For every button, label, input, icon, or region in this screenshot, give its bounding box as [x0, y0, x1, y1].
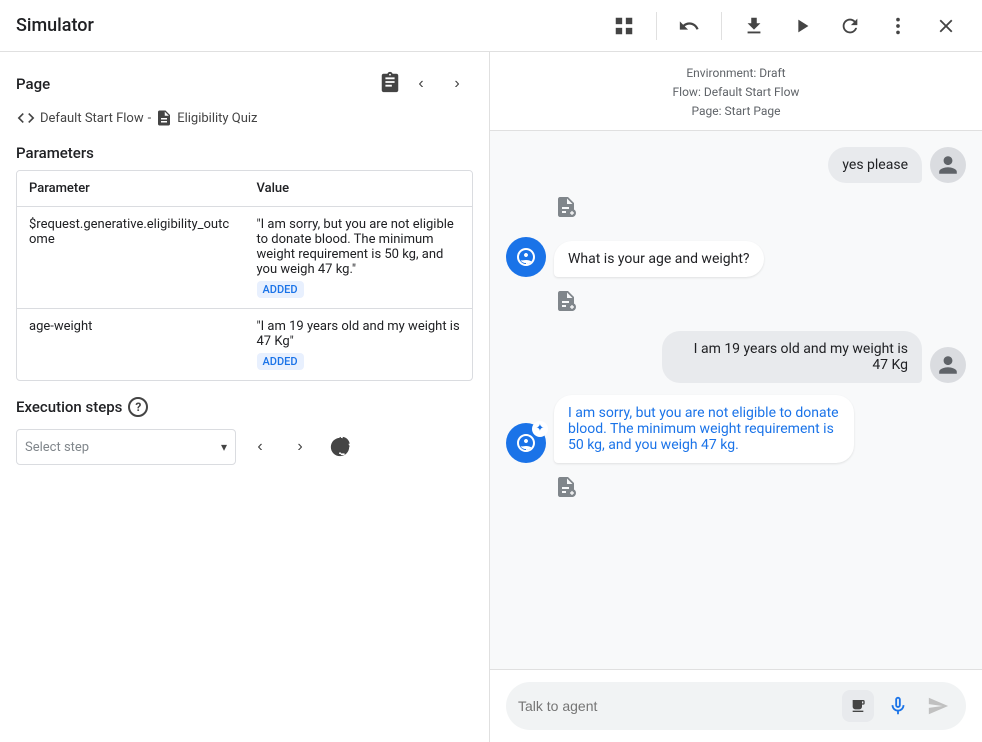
breadcrumb-flow: Default Start Flow: [40, 111, 144, 126]
main-layout: Page ‹ › Default Start Flow - Eligibilit…: [0, 52, 982, 742]
bot-avatar-gen: ✦: [506, 423, 546, 463]
execution-steps-header: Execution steps ?: [16, 397, 473, 417]
bot-bubble-generative: I am sorry, but you are not eligible to …: [554, 395, 854, 463]
table-row: age-weight "I am 19 years old and my wei…: [17, 309, 472, 380]
next-page-button[interactable]: ›: [441, 68, 473, 100]
page-icon: [155, 109, 173, 127]
param-value-text-2: "I am 19 years old and my weight is 47 K…: [257, 319, 460, 349]
param-name-2: age-weight: [17, 309, 245, 380]
user-bubble-1: yes please: [828, 147, 922, 183]
table-header: Parameter Value: [17, 171, 472, 207]
send-button[interactable]: [922, 690, 954, 722]
user-avatar-2: [930, 347, 966, 383]
header-icon-group: [604, 6, 966, 46]
breadcrumb-page: Eligibility Quiz: [177, 111, 257, 126]
env-line2: Flow: Default Start Flow: [506, 83, 966, 102]
chat-input-container: [506, 682, 966, 730]
microphone-button[interactable]: [882, 690, 914, 722]
bot-bubble-1: What is your age and weight?: [554, 241, 764, 277]
more-button[interactable]: [878, 6, 918, 46]
more-icon: [887, 15, 909, 37]
refresh-button[interactable]: [830, 6, 870, 46]
breadcrumb-separator: -: [148, 111, 152, 126]
doc-icon-2: [554, 289, 578, 319]
close-icon: [935, 15, 957, 37]
param-name-1: $request.generative.eligibility_outcome: [17, 207, 245, 308]
header-divider-2: [721, 12, 722, 40]
sparkle-badge: ✦: [532, 421, 548, 437]
right-panel: Environment: Draft Flow: Default Start F…: [490, 52, 982, 742]
env-line3: Page: Start Page: [506, 102, 966, 121]
bot-avatar-1: [506, 237, 546, 277]
chat-input[interactable]: [518, 698, 834, 714]
app-header: Simulator: [0, 0, 982, 52]
message-row-user-2: I am 19 years old and my weight is 47 Kg: [506, 331, 966, 383]
help-icon[interactable]: ?: [128, 397, 148, 417]
exec-prev-button[interactable]: ‹: [244, 431, 276, 463]
col-header-value: Value: [245, 171, 473, 206]
doc-icon-3: [554, 475, 578, 505]
user-bubble-2: I am 19 years old and my weight is 47 Kg: [662, 331, 922, 383]
user-avatar-1: [930, 147, 966, 183]
page-section-header: Page ‹ ›: [16, 68, 473, 100]
breadcrumb: Default Start Flow - Eligibility Quiz: [16, 108, 473, 128]
doc-icon-row-3: [554, 475, 966, 505]
download-button[interactable]: [734, 6, 774, 46]
play-button[interactable]: [782, 6, 822, 46]
message-row-bot-generative: ✦ I am sorry, but you are not eligible t…: [506, 395, 966, 463]
undo-button[interactable]: [669, 6, 709, 46]
parameters-table: Parameter Value $request.generative.elig…: [16, 170, 473, 381]
prev-page-button[interactable]: ‹: [405, 68, 437, 100]
exec-next-button[interactable]: ›: [284, 431, 316, 463]
added-badge-1: ADDED: [257, 281, 304, 298]
grid-icon: [613, 15, 635, 37]
target-icon: [329, 436, 351, 458]
clipboard-icon: [379, 71, 401, 98]
added-badge-2: ADDED: [257, 353, 304, 370]
send-box-button[interactable]: [842, 690, 874, 722]
chat-area: yes please What is your age and weight?: [490, 131, 982, 669]
doc-icon-row-2: [554, 289, 966, 319]
execution-controls: Select step ▾ ‹ ›: [16, 429, 473, 465]
step-select-placeholder: Select step: [25, 440, 89, 455]
message-row-user-1: yes please: [506, 147, 966, 183]
close-button[interactable]: [926, 6, 966, 46]
param-value-2: "I am 19 years old and my weight is 47 K…: [245, 309, 473, 380]
grid-icon-button[interactable]: [604, 6, 644, 46]
chat-input-area: [490, 669, 982, 742]
page-section-title: Page: [16, 75, 50, 93]
flow-icon: [16, 108, 36, 128]
env-info: Environment: Draft Flow: Default Start F…: [490, 52, 982, 131]
download-icon: [743, 15, 765, 37]
app-title: Simulator: [16, 15, 604, 36]
param-value-text-1: "I am sorry, but you are not eligible to…: [257, 217, 454, 277]
step-select[interactable]: Select step ▾: [16, 429, 236, 465]
doc-icon-row-1: [554, 195, 966, 225]
execution-steps-title: Execution steps: [16, 398, 122, 416]
refresh-icon: [839, 15, 861, 37]
exec-target-button[interactable]: [324, 431, 356, 463]
table-row: $request.generative.eligibility_outcome …: [17, 207, 472, 309]
page-nav-icons: ‹ ›: [379, 68, 473, 100]
message-row-bot-1: What is your age and weight?: [506, 237, 966, 277]
parameters-title: Parameters: [16, 144, 473, 162]
left-panel: Page ‹ › Default Start Flow - Eligibilit…: [0, 52, 490, 742]
doc-icon-1: [554, 195, 578, 225]
col-header-parameter: Parameter: [17, 171, 245, 206]
header-divider-1: [656, 12, 657, 40]
param-value-1: "I am sorry, but you are not eligible to…: [245, 207, 473, 308]
play-icon: [791, 15, 813, 37]
undo-icon: [678, 15, 700, 37]
chevron-down-icon: ▾: [221, 440, 227, 454]
env-line1: Environment: Draft: [506, 64, 966, 83]
